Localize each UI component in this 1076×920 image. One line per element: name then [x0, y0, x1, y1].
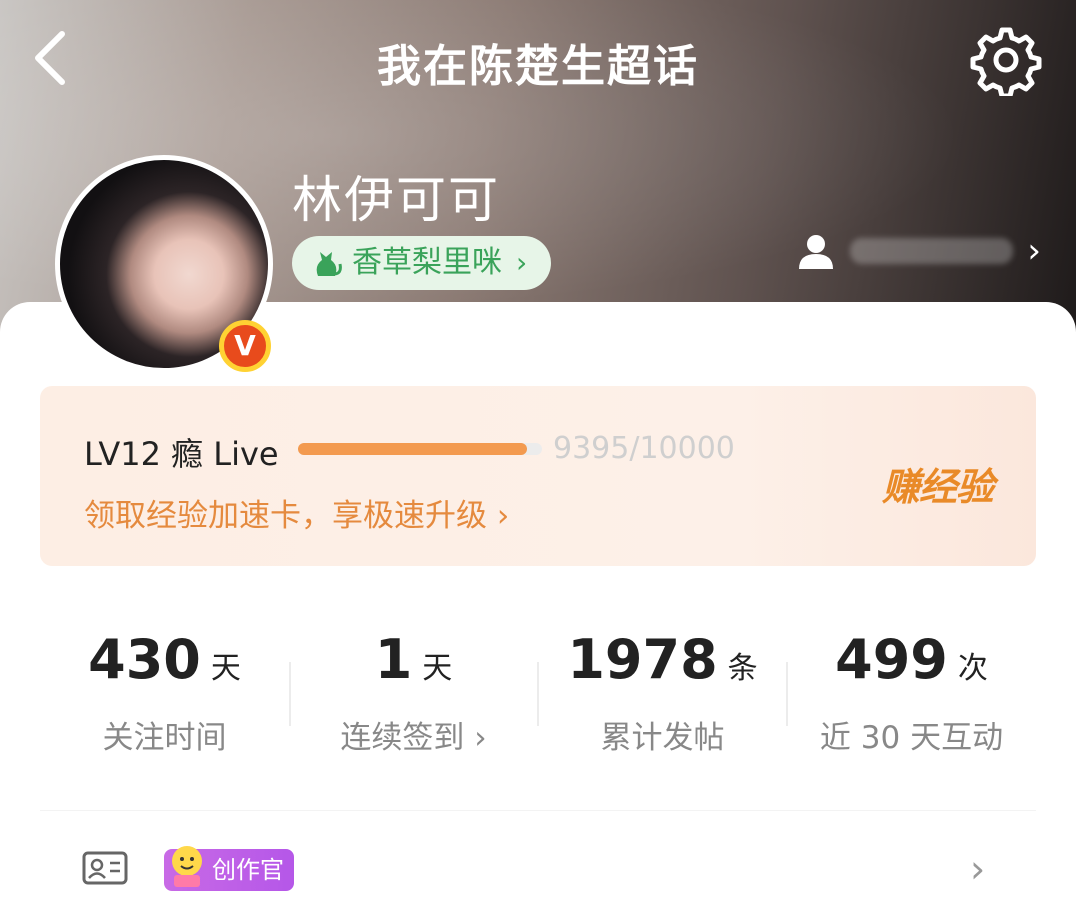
level-card: LV12 瘾 Live 9395/10000 领取经验加速卡，享极速升级 › 赚…: [40, 386, 1036, 566]
stat-unit: 天: [210, 651, 241, 686]
chevron-right-icon: ›: [516, 246, 528, 279]
settings-button[interactable]: [970, 24, 1042, 99]
level-progress-text: 9395/10000: [553, 431, 735, 466]
stat-value: 499: [835, 628, 948, 691]
stat-label: 累计发帖: [600, 720, 725, 756]
stat-checkin-streak[interactable]: 1天 连续签到 ›: [289, 600, 538, 780]
id-card-icon: [82, 851, 128, 885]
stat-label: 连续签到 ›: [340, 720, 487, 756]
stat-value: 1978: [567, 628, 718, 691]
blurred-name: [850, 238, 1014, 264]
verified-badge: V: [219, 320, 271, 372]
creator-badge: 创作官: [164, 846, 294, 891]
user-icon: [799, 235, 833, 269]
creator-badge-label: 创作官: [212, 856, 284, 884]
profile-link[interactable]: ›: [796, 226, 1041, 276]
fan-tag-label: 香草梨里咪: [352, 245, 502, 280]
cat-icon: [316, 252, 342, 276]
chevron-right-icon: ›: [1027, 231, 1041, 271]
gear-icon: [970, 27, 1042, 99]
top-bar: 我在陈楚生超话: [0, 0, 1076, 120]
stat-label: 关注时间: [102, 720, 227, 756]
stat-follow-days: 430 天 关注时间: [40, 600, 289, 780]
creator-row[interactable]: 创作官 ›: [40, 810, 1036, 920]
avatar-container[interactable]: V: [55, 155, 273, 373]
stats-row: 430 天 关注时间 1天 连续签到 › 1978 条 累计发帖 499 次 近 30…: [40, 600, 1036, 790]
stat-value: 430: [88, 628, 201, 691]
mascot-icon: [172, 846, 202, 887]
boost-card-link[interactable]: 领取经验加速卡，享极速升级 ›: [84, 490, 509, 535]
fan-tag-button[interactable]: 香草梨里咪 ›: [292, 236, 552, 290]
level-progress-bar: [298, 443, 542, 455]
stat-value: 1: [374, 628, 413, 691]
stat-label: 近 30 天互动: [819, 720, 1004, 756]
page-title: 我在陈楚生超话: [377, 41, 699, 92]
username: 林伊可可: [292, 171, 500, 229]
stat-interactions: 499 次 近 30 天互动: [787, 600, 1036, 780]
stat-unit: 条: [727, 651, 758, 686]
stat-total-posts: 1978 条 累计发帖: [538, 600, 787, 780]
stat-unit: 天: [422, 651, 453, 686]
level-progress-fill: [298, 443, 528, 455]
chevron-right-icon: ›: [970, 847, 986, 891]
earn-exp-button[interactable]: 赚经验: [882, 456, 994, 511]
stat-unit: 次: [957, 651, 988, 686]
level-label: LV12 瘾 Live: [84, 435, 279, 473]
